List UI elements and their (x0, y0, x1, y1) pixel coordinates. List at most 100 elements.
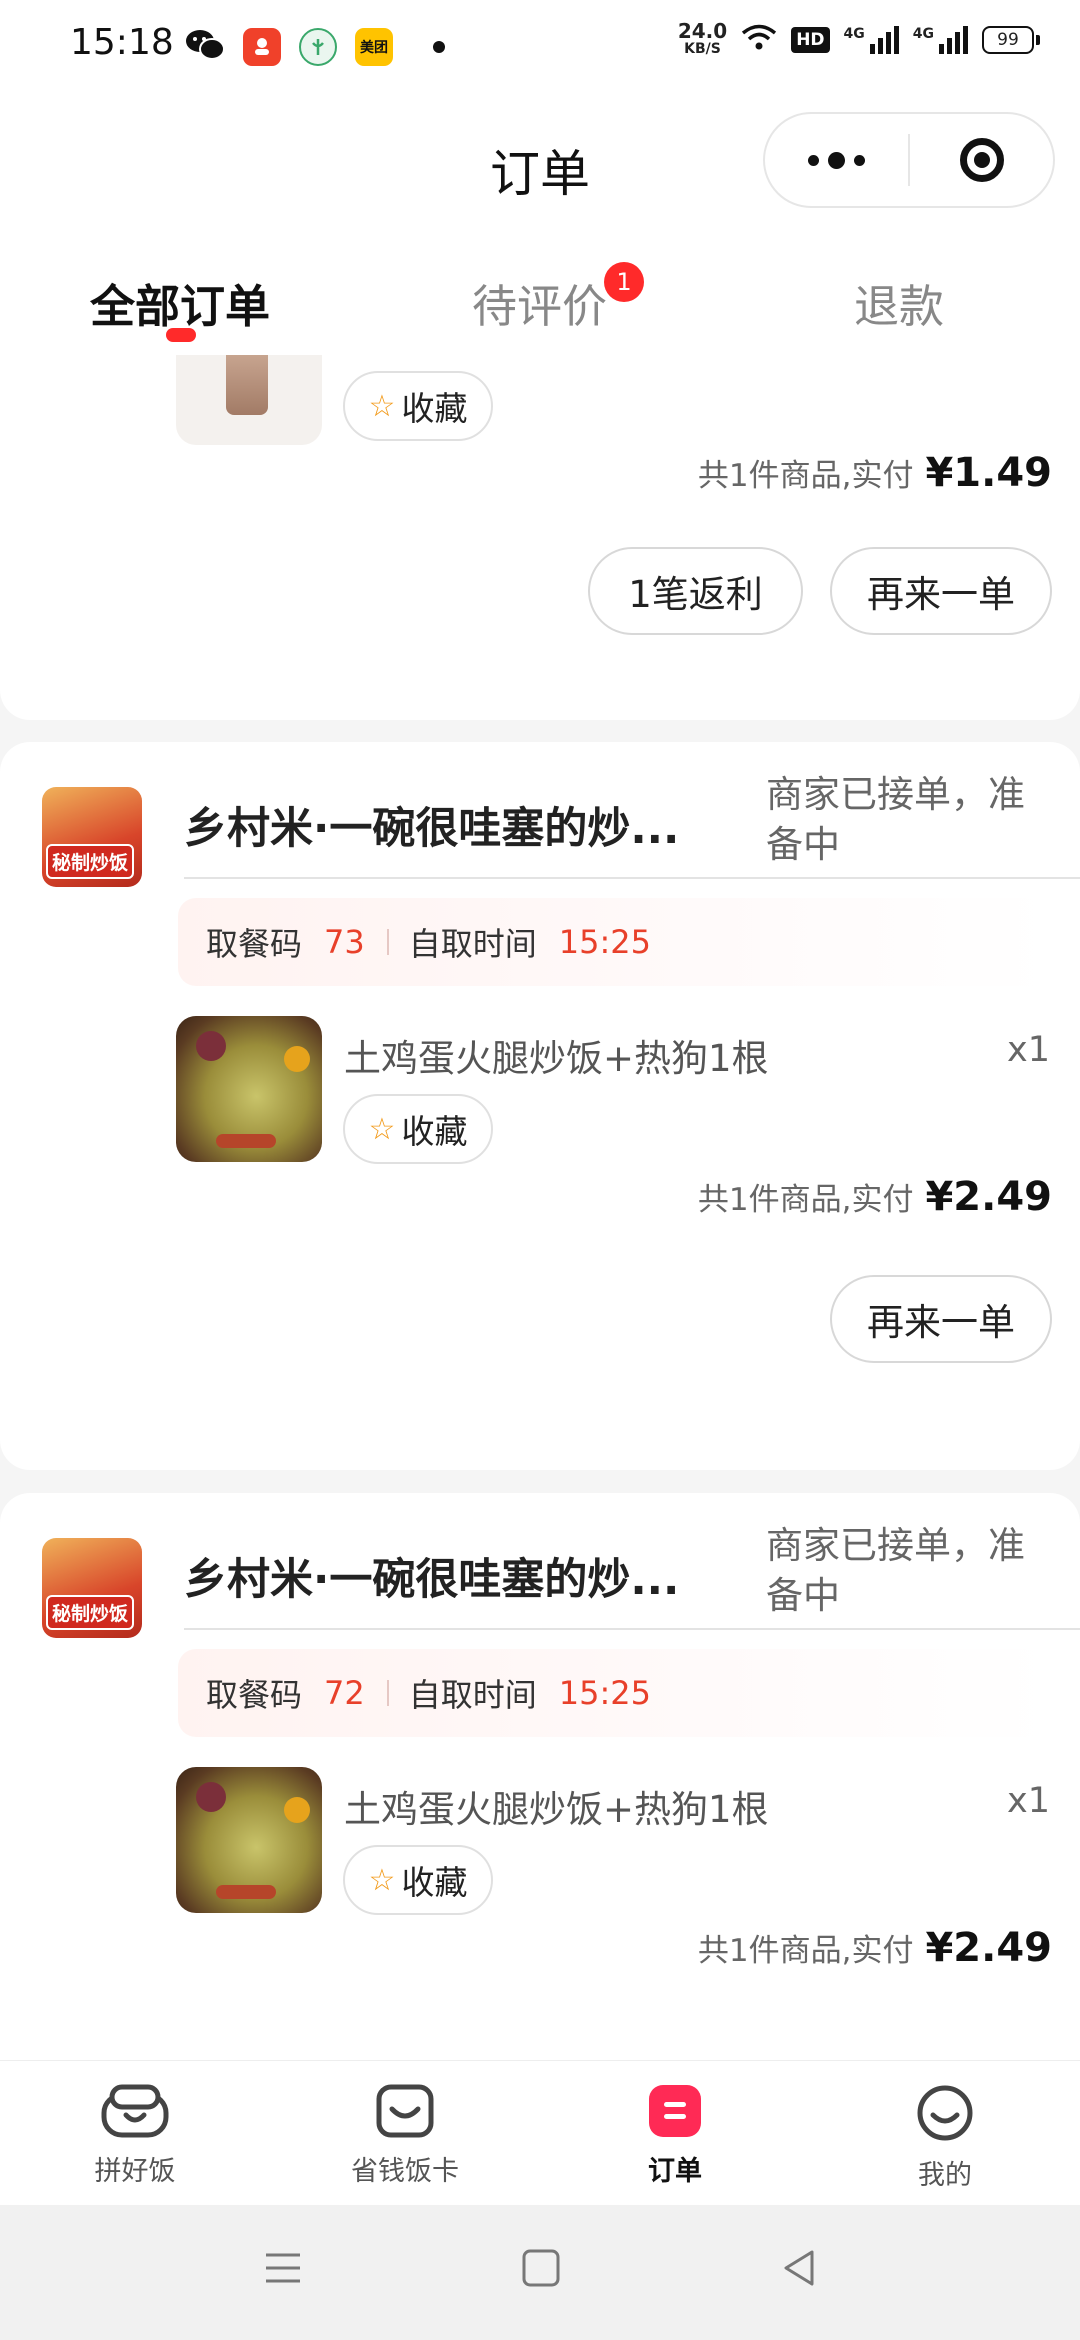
target-close-icon[interactable] (910, 114, 1053, 206)
miniprogram-capsule (763, 112, 1055, 208)
favorite-button[interactable]: ☆ 收藏 (343, 1094, 493, 1164)
tab-active-indicator (166, 328, 196, 342)
pickup-time: 15:25 (558, 1674, 651, 1712)
total-label: 共1件商品,实付 (697, 1933, 914, 1969)
shop-logo-text: 秘制炒饭 (46, 1595, 135, 1630)
order-list[interactable]: ☆ 收藏 共1件商品,实付 ¥1.49 1笔返利 再来一单 秘制炒饭 乡村米·一… (0, 355, 1080, 2060)
status-right: 24.0 KB/S HD 4G 4G 99 (677, 19, 1040, 58)
nav-profile[interactable]: 我的 (870, 2083, 1020, 2192)
battery-icon: 99 (982, 26, 1040, 54)
reorder-button[interactable]: 再来一单 (830, 1275, 1052, 1363)
order-card[interactable]: 秘制炒饭 乡村米·一碗很哇塞的炒... 商家已接单，准备中 取餐码 72 自取时… (0, 1493, 1080, 2060)
meituan-icon: 美团 (355, 28, 393, 66)
pickup-code-label: 取餐码 (206, 925, 303, 963)
more-dots-icon[interactable] (765, 114, 908, 206)
signal-4g-label: 4G (912, 26, 934, 42)
pickup-code-label: 取餐码 (206, 1676, 303, 1714)
reorder-button[interactable]: 再来一单 (830, 547, 1052, 635)
item-name: 土鸡蛋火腿炒饭+热狗1根 (344, 1788, 769, 1831)
order-total: 共1件商品,实付 ¥2.49 (698, 1174, 1052, 1220)
back-triangle-icon[interactable] (778, 2247, 820, 2293)
bottom-tab-bar: 拼好饭 省钱饭卡 订单 我的 (0, 2060, 1080, 2206)
shop-logo-text: 秘制炒饭 (46, 844, 135, 879)
shop-name[interactable]: 乡村米·一碗很哇塞的炒... (184, 794, 714, 856)
pickup-time-label: 自取时间 (408, 925, 537, 963)
total-amount: ¥2.49 (925, 1925, 1052, 1971)
nav-label: 订单 (648, 2156, 702, 2187)
tab-badge: 1 (604, 262, 644, 302)
rebate-button[interactable]: 1笔返利 (588, 547, 803, 635)
star-icon: ☆ (368, 1862, 396, 1898)
pinhaofan-icon (100, 2083, 170, 2143)
profile-icon (915, 2083, 975, 2147)
pickup-time-label: 自取时间 (408, 1676, 537, 1714)
pinduoduo-icon (243, 28, 281, 66)
nav-savings-card[interactable]: 省钱饭卡 (330, 2083, 480, 2188)
nav-label: 省钱饭卡 (351, 2156, 459, 2187)
favorite-label: 收藏 (401, 1112, 468, 1151)
shop-name[interactable]: 乡村米·一碗很哇塞的炒... (184, 1545, 714, 1607)
app-green-icon (299, 28, 337, 66)
signal-4g-label: 4G (843, 26, 865, 42)
order-card: ☆ 收藏 共1件商品,实付 ¥1.49 1笔返利 再来一单 (0, 355, 1080, 720)
product-image (176, 355, 322, 445)
order-card[interactable]: 秘制炒饭 乡村米·一碗很哇塞的炒... 商家已接单，准备中 取餐码 73 自取时… (0, 742, 1080, 1470)
item-quantity: x1 (1007, 1030, 1050, 1070)
shop-logo: 秘制炒饭 (42, 787, 142, 887)
tab-pending-review[interactable]: 待评价 (472, 270, 607, 335)
savings-card-icon (375, 2083, 435, 2143)
net-speed-value: 24.0 (677, 19, 728, 43)
favorite-button[interactable]: ☆ 收藏 (343, 1845, 493, 1915)
favorite-button[interactable]: ☆ 收藏 (343, 371, 493, 441)
net-speed-unit: KB/S (684, 41, 721, 57)
product-image (176, 1767, 322, 1913)
pickup-info: 取餐码 72 自取时间 15:25 (178, 1649, 1052, 1737)
nav-label: 我的 (918, 2160, 972, 2191)
notification-dot (433, 41, 445, 53)
favorite-label: 收藏 (401, 389, 468, 428)
order-tabs: 全部订单 待评价 退款 (0, 230, 1080, 355)
orders-icon (647, 2083, 703, 2143)
tab-refund[interactable]: 退款 (854, 270, 944, 335)
order-total: 共1件商品,实付 ¥2.49 (698, 1925, 1052, 1971)
meituan-icon-label: 美团 (360, 40, 388, 56)
item-quantity: x1 (1007, 1781, 1050, 1821)
favorite-label: 收藏 (401, 1863, 468, 1902)
hd-icon: HD (791, 27, 830, 53)
order-total: 共1件商品,实付 ¥1.49 (698, 450, 1052, 496)
status-app-icons: 美团 (185, 28, 445, 66)
pickup-code: 72 (324, 1674, 365, 1712)
total-label: 共1件商品,实付 (697, 458, 914, 494)
order-status: 商家已接单，准备中 (766, 773, 1025, 866)
menu-lines-icon[interactable] (262, 2247, 304, 2293)
order-status: 商家已接单，准备中 (766, 1524, 1025, 1617)
status-time: 15:18 (70, 22, 174, 63)
signal-4g-icon-1: 4G (844, 26, 899, 54)
star-icon: ☆ (368, 388, 396, 424)
pickup-time: 15:25 (558, 923, 651, 961)
shop-divider (184, 877, 1080, 879)
item-name: 土鸡蛋火腿炒饭+热狗1根 (344, 1037, 769, 1080)
nav-orders[interactable]: 订单 (600, 2083, 750, 2188)
nav-pinhaofan[interactable]: 拼好饭 (60, 2083, 210, 2188)
tab-all-orders[interactable]: 全部订单 (90, 270, 270, 335)
system-nav-bar (0, 2205, 1080, 2340)
pickup-info: 取餐码 73 自取时间 15:25 (178, 898, 1052, 986)
pickup-code: 73 (324, 923, 365, 961)
battery-level: 99 (982, 26, 1034, 54)
signal-4g-icon-2: 4G (913, 26, 968, 54)
net-speed: 24.0 KB/S (677, 19, 728, 58)
shop-divider (184, 1628, 1080, 1630)
total-amount: ¥2.49 (925, 1174, 1052, 1220)
wifi-icon (741, 24, 777, 56)
wechat-icon (185, 28, 225, 66)
nav-header: 订单 (0, 100, 1080, 230)
total-amount: ¥1.49 (925, 450, 1052, 496)
total-label: 共1件商品,实付 (697, 1182, 914, 1218)
star-icon: ☆ (368, 1111, 396, 1147)
product-image (176, 1016, 322, 1162)
status-bar: 15:18 美团 24.0 KB/S HD 4G 4G 99 (0, 0, 1080, 100)
nav-label: 拼好饭 (94, 2156, 176, 2187)
shop-logo: 秘制炒饭 (42, 1538, 142, 1638)
home-square-icon[interactable] (520, 2247, 562, 2293)
